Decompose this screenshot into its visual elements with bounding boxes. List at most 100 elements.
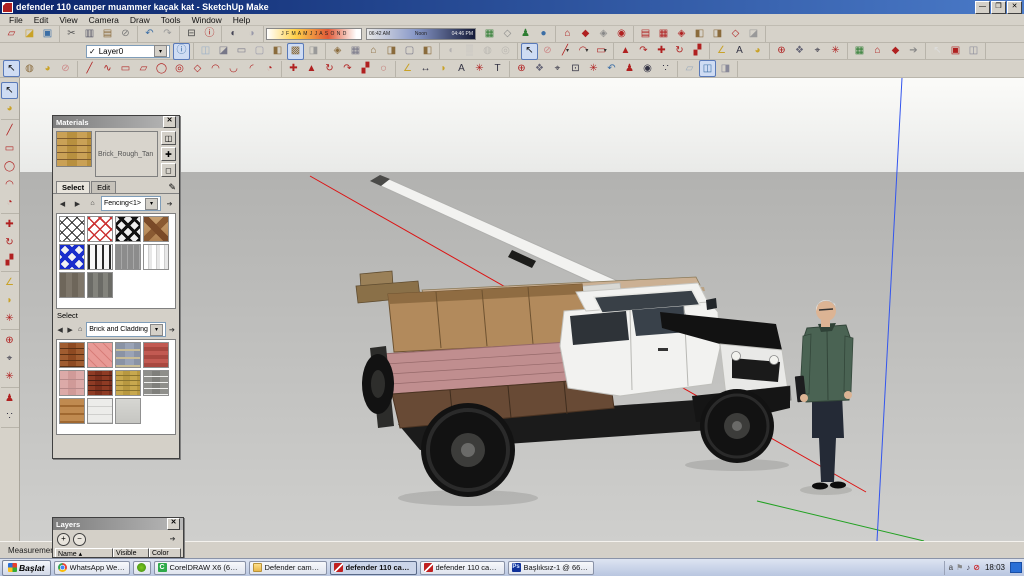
in-model-icon[interactable]: ⌂ — [76, 323, 84, 336]
collection-dropdown-2[interactable]: Brick and Cladding ▾ — [86, 322, 166, 337]
forward-icon[interactable]: ▶ — [71, 197, 84, 210]
taskbar-task-sketchup[interactable]: defender 110 camper... — [330, 561, 417, 575]
select-icon[interactable]: ↖ — [1, 82, 18, 99]
material-swatch-brick-red-rough[interactable] — [143, 342, 169, 368]
section-display-icon[interactable]: ◫ — [699, 60, 716, 77]
redo-icon[interactable]: ↷ — [159, 26, 176, 43]
model-info-icon[interactable]: ⓘ — [201, 26, 218, 43]
tape-measure-icon[interactable]: ∠ — [399, 60, 416, 77]
paint-bucket-icon[interactable]: ◕ — [749, 43, 766, 60]
stamp-icon[interactable]: ◧ — [691, 26, 708, 43]
column-header-visible[interactable]: Visible — [113, 548, 149, 558]
erase-icon[interactable]: ⊘ — [117, 26, 134, 43]
follow-me-icon[interactable]: ↷ — [339, 60, 356, 77]
material-swatch-stone-blue[interactable] — [115, 342, 141, 368]
create-material-icon[interactable]: ✚ — [161, 147, 176, 161]
google-earth-icon[interactable]: ● — [535, 26, 552, 43]
zoom-icon[interactable]: ⌖ — [1, 350, 18, 367]
shadow-time-slider[interactable]: 06:42 AM Noon 04:46 PM — [366, 28, 476, 40]
taskbar-task-app-green[interactable] — [133, 561, 151, 575]
two-point-arc-icon[interactable]: ◡ — [225, 60, 242, 77]
material-swatch-wood-cross[interactable] — [143, 216, 169, 242]
open-icon[interactable]: ◪ — [21, 26, 38, 43]
dimensions-icon[interactable]: ↔ — [417, 60, 434, 77]
menu-file[interactable]: File — [4, 15, 28, 25]
arc-icon[interactable]: ◠ — [207, 60, 224, 77]
material-swatch-lattice-blue[interactable] — [59, 244, 85, 270]
active-material-name[interactable]: Brick_Rough_Tan — [95, 131, 158, 177]
view-right-icon[interactable]: ◨ — [383, 43, 400, 60]
pan-icon[interactable]: ❖ — [791, 43, 808, 60]
copy-icon[interactable]: ▥ — [81, 26, 98, 43]
paint-bucket-icon[interactable]: ◕ — [39, 60, 56, 77]
ellipse-icon[interactable]: ◎ — [171, 60, 188, 77]
shaded-icon[interactable]: ◧ — [269, 43, 286, 60]
add-layer-button[interactable]: + — [57, 533, 70, 546]
layers-panel-titlebar[interactable]: Layers ✕ — [53, 518, 183, 530]
material-swatch-wood-boards-brown[interactable] — [59, 272, 85, 298]
pie-icon[interactable]: ◔ — [261, 60, 278, 77]
restore-button[interactable]: ❐ — [991, 1, 1006, 14]
line-icon[interactable]: ╱ — [81, 60, 98, 77]
material-swatch-brick-brown[interactable] — [59, 342, 85, 368]
zoom-extents-icon[interactable]: ✳ — [585, 60, 602, 77]
image-icon[interactable]: ▦ — [851, 43, 868, 60]
menu-draw[interactable]: Draw — [125, 15, 155, 25]
protractor-icon[interactable]: ◗ — [435, 60, 452, 77]
view-iso-icon[interactable]: ◈ — [329, 43, 346, 60]
material-swatch-wood-boards-gray[interactable] — [87, 272, 113, 298]
material-swatch-chainlink-white[interactable] — [59, 216, 85, 242]
close-button[interactable]: ✕ — [1007, 1, 1022, 14]
set-default-material-icon[interactable]: ◻ — [161, 163, 176, 177]
details-arrow-icon[interactable]: ➔ — [166, 533, 179, 546]
print-icon[interactable]: ⊟ — [183, 26, 200, 43]
new-icon[interactable]: ▱ — [3, 26, 20, 43]
arc-icon[interactable]: ◠▾ — [575, 43, 592, 60]
eraser-icon[interactable]: ⊘ — [539, 43, 556, 60]
blocked-icon[interactable]: ⊘ — [973, 564, 980, 572]
warehouse-share-icon[interactable]: ◆ — [887, 43, 904, 60]
rectangle-icon[interactable]: ▭ — [117, 60, 134, 77]
section-cut-icon[interactable]: ◨ — [717, 60, 734, 77]
pan-icon[interactable]: ❖ — [531, 60, 548, 77]
back-icon[interactable]: ◀ — [56, 197, 69, 210]
zoom-previous-icon[interactable]: ↶ — [603, 60, 620, 77]
zoom-window-icon[interactable]: ⊡ — [567, 60, 584, 77]
drape-icon[interactable]: ◨ — [709, 26, 726, 43]
in-model-icon[interactable]: ⌂ — [86, 197, 99, 210]
column-header-name[interactable]: Name ▴ — [55, 548, 113, 558]
follow-me-icon[interactable]: ↷ — [635, 43, 652, 60]
move-icon[interactable]: ✚ — [653, 43, 670, 60]
select-icon[interactable]: ↖ — [3, 60, 20, 77]
circle-icon[interactable]: ◯ — [153, 60, 170, 77]
tab-edit[interactable]: Edit — [91, 181, 116, 193]
menu-edit[interactable]: Edit — [29, 15, 54, 25]
material-swatch-chainlink-black[interactable] — [115, 216, 141, 242]
tape-measure-icon[interactable]: ∠ — [1, 274, 18, 291]
fog-icon[interactable]: ▒ — [461, 43, 478, 60]
zoom-extents-icon[interactable]: ✳ — [1, 368, 18, 385]
orbit-icon[interactable]: ⊕ — [513, 60, 530, 77]
taskbar-task-chrome[interactable]: WhatsApp Web - Google... — [54, 561, 130, 575]
flip-edge-icon[interactable]: ◪ — [745, 26, 762, 43]
display-secondary-pane-icon[interactable]: ◫ — [161, 131, 176, 145]
zoom-icon[interactable]: ⌖ — [809, 43, 826, 60]
close-icon[interactable]: ✕ — [167, 518, 180, 530]
chevron-down-icon[interactable]: ▾ — [150, 324, 163, 336]
language-indicator-icon[interactable]: a — [949, 564, 953, 572]
collection-dropdown-1[interactable]: Fencing<1> ▾ — [101, 196, 161, 211]
details-arrow-icon[interactable]: ➔ — [163, 197, 176, 210]
taskbar-task-folder[interactable]: Defender camper çizim — [249, 561, 327, 575]
style-a-icon[interactable]: ◍ — [479, 43, 496, 60]
axes-icon[interactable]: ✳ — [1, 310, 18, 327]
line-icon[interactable]: ╱▾ — [557, 43, 574, 60]
offset-icon[interactable]: ◌ — [375, 60, 392, 77]
layer-manager-icon[interactable]: ⓘ — [173, 43, 190, 60]
match-photo-icon[interactable]: ◇ — [499, 26, 516, 43]
three-d-text-icon[interactable]: T — [489, 60, 506, 77]
view-front-icon[interactable]: ⌂ — [365, 43, 382, 60]
column-header-color[interactable]: Color — [149, 548, 181, 558]
scale-icon[interactable]: ▞ — [357, 60, 374, 77]
material-swatch-chainlink-red[interactable] — [87, 216, 113, 242]
paste-icon[interactable]: ▤ — [99, 26, 116, 43]
